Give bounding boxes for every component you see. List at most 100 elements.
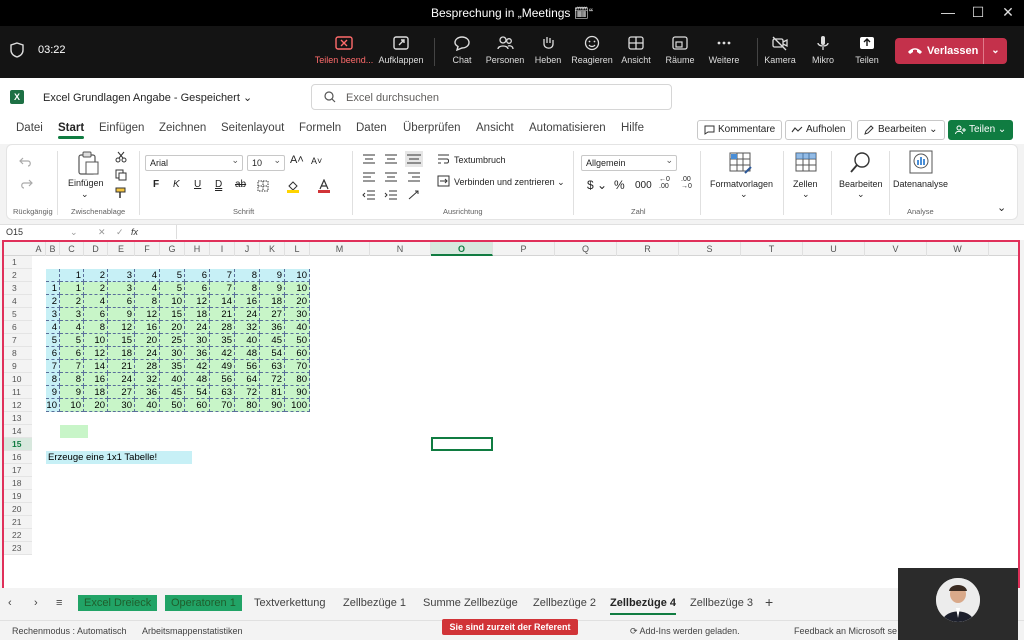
table-cell[interactable]: 3	[46, 308, 60, 321]
font-color-icon[interactable]	[317, 179, 331, 193]
double-underline-icon[interactable]: D	[215, 179, 222, 190]
table-cell[interactable]: 5	[46, 334, 60, 347]
table-cell[interactable]: 70	[285, 360, 310, 373]
column-header[interactable]: G	[160, 242, 185, 256]
table-cell[interactable]: 7	[46, 360, 60, 373]
table-cell[interactable]: 36	[260, 321, 285, 334]
table-cell[interactable]: 40	[160, 373, 185, 386]
table-cell[interactable]: 9	[260, 282, 285, 295]
format-templates-icon[interactable]	[729, 151, 753, 175]
highlighted-cell[interactable]	[60, 425, 88, 438]
row-header[interactable]: 12	[4, 399, 32, 412]
table-cell[interactable]: 14	[84, 360, 108, 373]
table-cell[interactable]: 4	[135, 269, 160, 282]
cut-icon[interactable]	[115, 151, 127, 163]
tab-ansicht[interactable]: Ansicht	[476, 122, 514, 134]
spreadsheet-grid[interactable]: ABCDEFGHIJKLMNOPQRSTUVW 1 2 3 4 5 6 7 8 9 10 11 12 1…	[2, 240, 1020, 640]
table-cell[interactable]: 30	[185, 334, 210, 347]
table-cell[interactable]: 50	[285, 334, 310, 347]
row-header[interactable]: 16	[4, 451, 32, 464]
table-cell[interactable]: 60	[185, 399, 210, 412]
row-header[interactable]: 13	[4, 412, 32, 425]
format-painter-icon[interactable]	[115, 187, 127, 199]
table-cell[interactable]: 1	[60, 269, 84, 282]
table-cell[interactable]: 6	[108, 295, 135, 308]
borders-icon[interactable]	[257, 180, 269, 192]
row-header[interactable]: 22	[4, 529, 32, 542]
column-header[interactable]: D	[84, 242, 108, 256]
row-header[interactable]: 21	[4, 516, 32, 529]
table-cell[interactable]: 27	[108, 386, 135, 399]
tab-zeichnen[interactable]: Zeichnen	[159, 122, 206, 134]
table-cell[interactable]: 7	[210, 269, 235, 282]
ribbon-collapse-icon[interactable]: ⌄	[997, 201, 1006, 214]
table-cell[interactable]: 49	[210, 360, 235, 373]
table-cell[interactable]: 24	[235, 308, 260, 321]
align-left-icon[interactable]	[362, 171, 376, 183]
table-cell[interactable]: 50	[160, 399, 185, 412]
leave-button[interactable]: Verlassen ⌄	[895, 38, 1007, 64]
table-cell[interactable]: 18	[84, 386, 108, 399]
table-cell[interactable]: 12	[135, 308, 160, 321]
percent-icon[interactable]: %	[614, 178, 625, 192]
table-cell[interactable]: 32	[235, 321, 260, 334]
table-cell[interactable]: 40	[285, 321, 310, 334]
table-cell[interactable]: 35	[210, 334, 235, 347]
table-cell[interactable]: 4	[60, 321, 84, 334]
row-header[interactable]: 8	[4, 347, 32, 360]
table-cell[interactable]: 12	[108, 321, 135, 334]
table-cell[interactable]: 4	[135, 282, 160, 295]
table-cell[interactable]: 5	[160, 269, 185, 282]
name-box[interactable]: O15	[6, 227, 23, 237]
column-header[interactable]: H	[185, 242, 210, 256]
merge-center-label[interactable]: Verbinden und zentrieren ⌄	[454, 177, 565, 188]
table-cell[interactable]: 5	[160, 282, 185, 295]
table-cell[interactable]: 8	[60, 373, 84, 386]
column-header[interactable]: N	[370, 242, 431, 256]
table-cell[interactable]: 20	[84, 399, 108, 412]
align-center-icon[interactable]	[384, 171, 398, 183]
next-sheet-icon[interactable]: ›	[34, 597, 38, 609]
increase-decimal-icon[interactable]: ←0.00	[659, 176, 670, 190]
table-cell[interactable]: 20	[285, 295, 310, 308]
stop-sharing-button[interactable]: Teilen beend...	[314, 35, 374, 65]
fill-color-icon[interactable]	[286, 179, 300, 193]
indent-decrease-icon[interactable]	[362, 189, 376, 201]
table-cell[interactable]: 2	[84, 282, 108, 295]
cells-icon[interactable]	[795, 151, 817, 175]
sheet-tab-zellbezuege-3[interactable]: Zellbezüge 3	[690, 597, 753, 609]
format-templates-label[interactable]: Formatvorlagen	[710, 179, 773, 189]
table-cell[interactable]: 40	[235, 334, 260, 347]
table-cell[interactable]: 16	[84, 373, 108, 386]
table-cell[interactable]: 48	[185, 373, 210, 386]
redo-icon[interactable]	[19, 177, 33, 189]
row-header[interactable]: 9	[4, 360, 32, 373]
table-cell[interactable]: 40	[135, 399, 160, 412]
all-sheets-icon[interactable]: ≡	[56, 597, 62, 609]
table-cell[interactable]: 1	[46, 282, 60, 295]
table-cell[interactable]: 5	[60, 334, 84, 347]
cells-dropdown-icon[interactable]: ⌄	[802, 189, 810, 200]
table-cell[interactable]: 4	[46, 321, 60, 334]
table-cell[interactable]: 25	[160, 334, 185, 347]
row-header[interactable]: 7	[4, 334, 32, 347]
editing-dropdown-icon[interactable]: ⌄	[857, 189, 865, 200]
table-cell[interactable]: 8	[235, 269, 260, 282]
column-header[interactable]: W	[927, 242, 989, 256]
table-cell[interactable]: 27	[260, 308, 285, 321]
table-cell[interactable]: 9	[60, 386, 84, 399]
table-cell[interactable]: 15	[108, 334, 135, 347]
table-cell[interactable]: 6	[60, 347, 84, 360]
number-format-select[interactable]: Allgemein	[581, 153, 677, 171]
table-cell[interactable]: 7	[60, 360, 84, 373]
sheet-tab-textverkettung[interactable]: Textverkettung	[254, 597, 326, 609]
cancel-formula-icon[interactable]: ✕	[98, 227, 106, 238]
table-cell[interactable]: 24	[185, 321, 210, 334]
table-cell[interactable]: 10	[285, 269, 310, 282]
table-cell[interactable]: 28	[135, 360, 160, 373]
table-cell[interactable]: 18	[185, 308, 210, 321]
table-cell[interactable]: 54	[260, 347, 285, 360]
name-box-dropdown-icon[interactable]: ⌄	[70, 227, 78, 238]
feedback-link[interactable]: Feedback an Microsoft se	[794, 626, 897, 636]
catchup-button[interactable]: Aufholen	[785, 120, 853, 140]
